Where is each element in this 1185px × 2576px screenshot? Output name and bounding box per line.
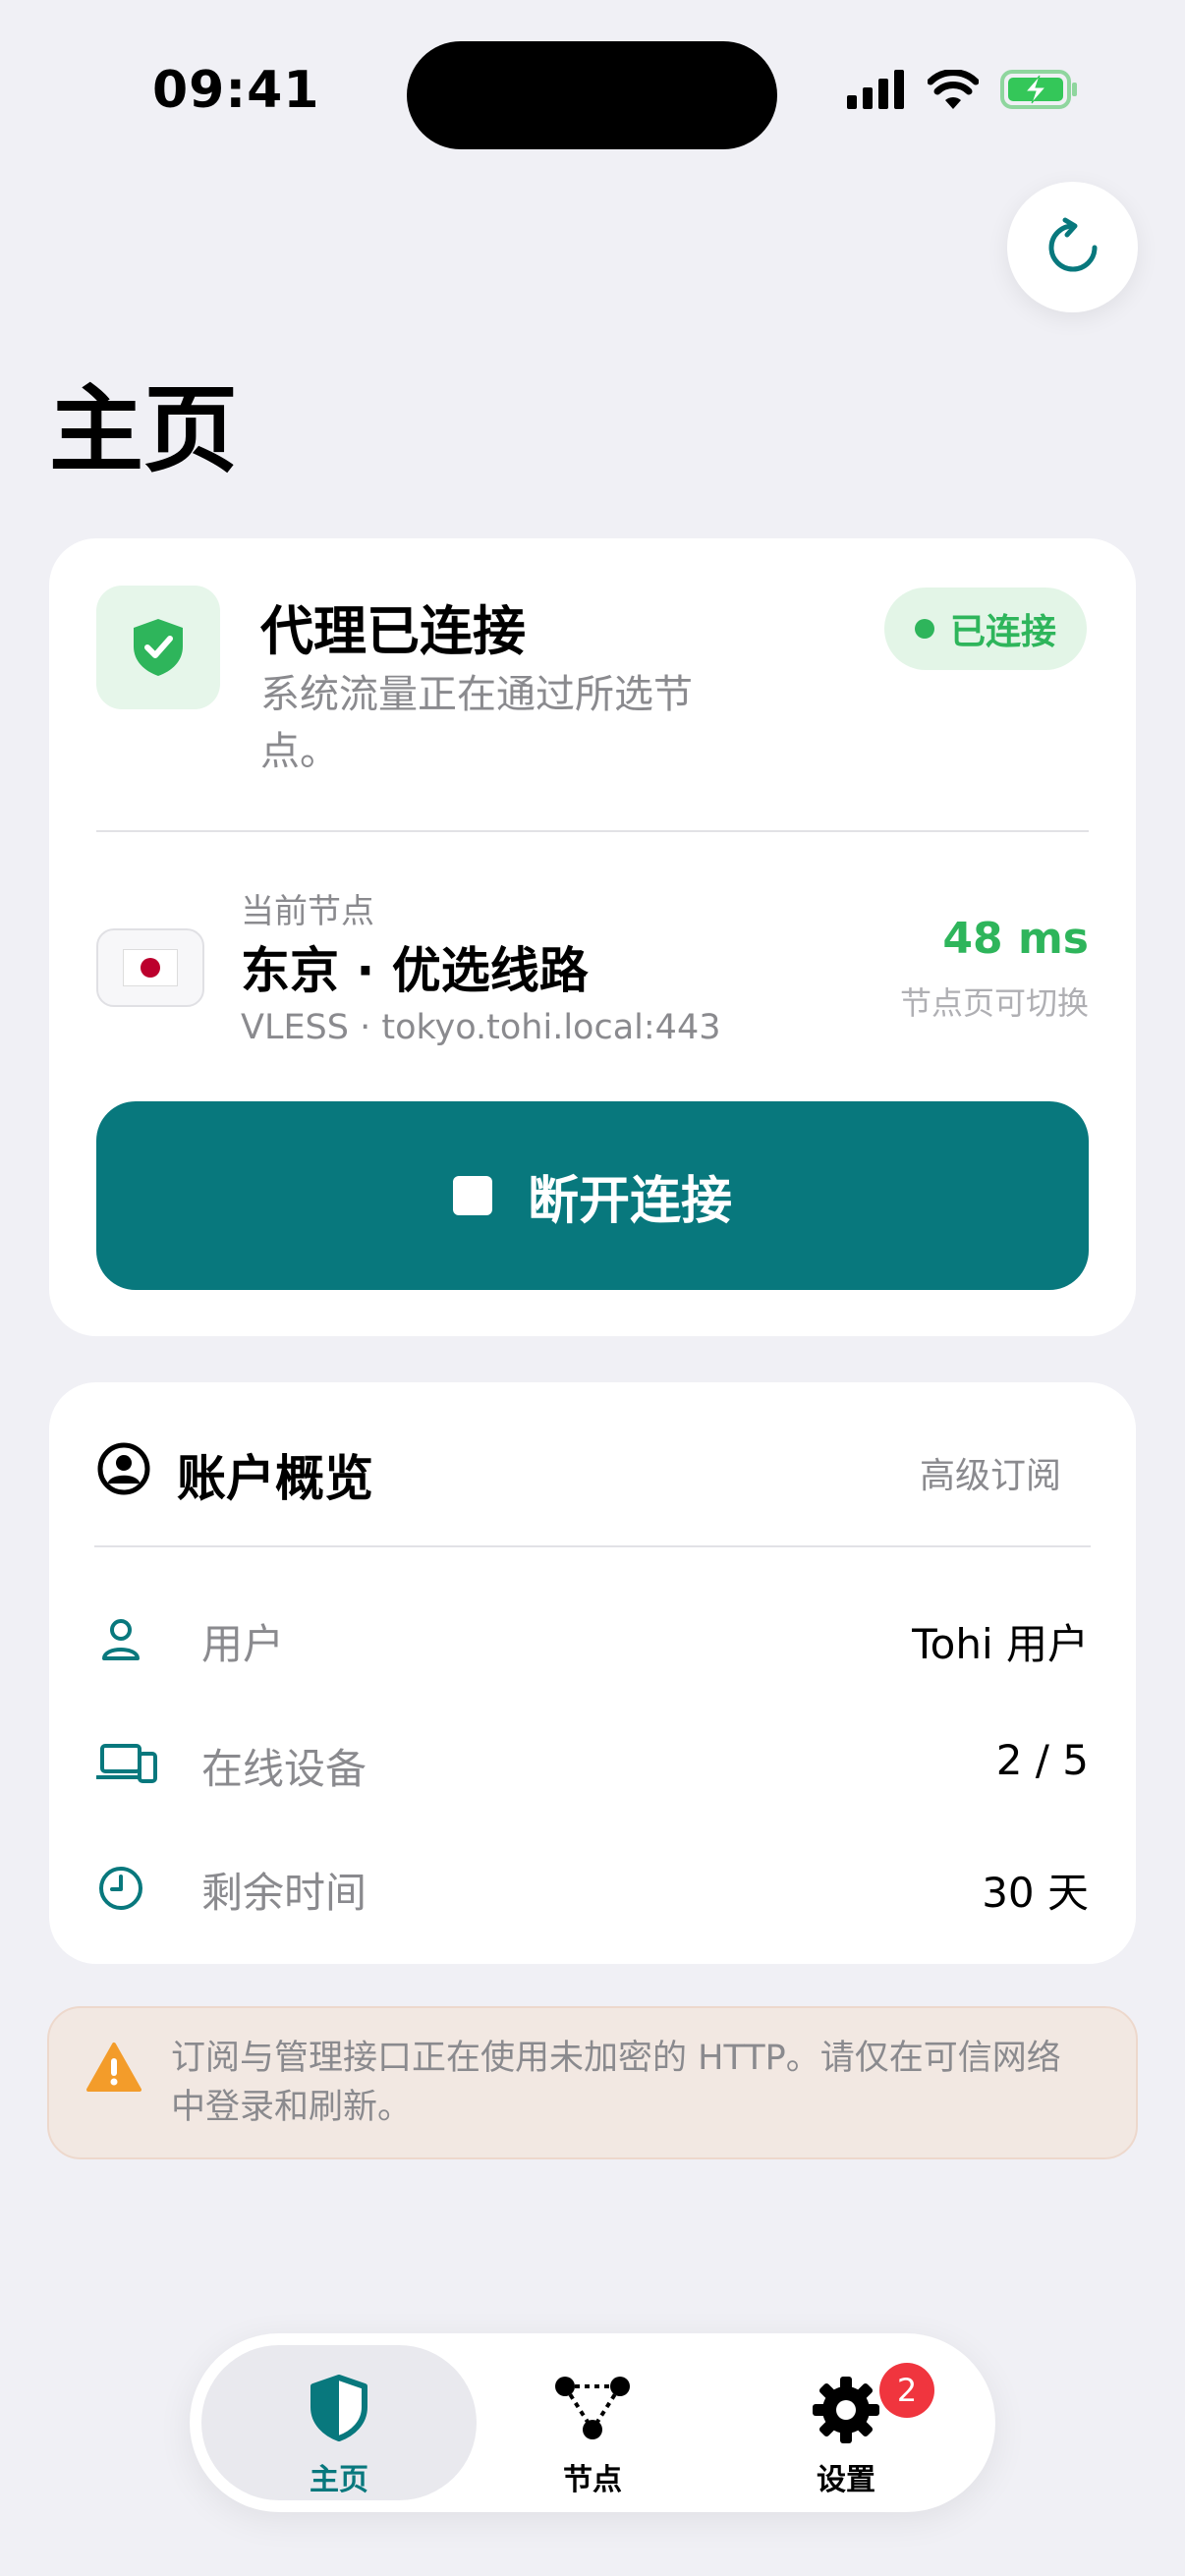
- refresh-icon: [1048, 217, 1097, 271]
- disconnect-button[interactable]: 断开连接: [96, 1101, 1089, 1290]
- row-value: 2 / 5: [995, 1736, 1089, 1784]
- devices-icon: [96, 1744, 157, 1783]
- warning-icon: [86, 2043, 141, 2092]
- connection-card: 代理已连接 系统流量正在通过所选节点。 已连接 当前节点 东京 · 优选线路 V…: [49, 538, 1136, 1336]
- connected-shield-badge: [96, 586, 220, 709]
- tab-bar: 主页 节点 设置 2: [190, 2333, 995, 2512]
- current-node-label: 当前节点: [241, 892, 374, 931]
- status-icons: [847, 69, 1079, 110]
- tab-settings[interactable]: 设置 2: [708, 2345, 984, 2500]
- connection-title: 代理已连接: [260, 600, 526, 662]
- http-warning-banner: 订阅与管理接口正在使用未加密的 HTTP。请仅在可信网络中登录和刷新。: [47, 2006, 1138, 2159]
- divider: [94, 1545, 1091, 1547]
- shield-icon: [310, 2375, 367, 2441]
- clock-icon: [99, 1867, 142, 1910]
- node-name: 东京 · 优选线路: [241, 942, 589, 999]
- notification-badge: 2: [879, 2363, 934, 2418]
- home-screen: 09:41 主页 代理已连接 系统流量正在通过所选节点。 已连接 当前节点 东京…: [0, 0, 1185, 2576]
- page-title: 主页: [49, 375, 238, 485]
- subscription-tier: 高级订阅: [919, 1456, 1061, 1496]
- account-circle-icon: [97, 1442, 150, 1495]
- stop-icon: [452, 1176, 492, 1215]
- disconnect-label: 断开连接: [527, 1171, 732, 1231]
- wifi-icon: [928, 70, 979, 109]
- row-value: Tohi 用户: [912, 1620, 1089, 1668]
- status-dot: [914, 619, 934, 639]
- node-address: VLESS · tokyo.tohi.local:443: [241, 1008, 721, 1047]
- tab-home[interactable]: 主页: [201, 2345, 477, 2500]
- account-row-devices: 在线设备 2 / 5: [49, 1718, 1136, 1807]
- row-label: 用户: [201, 1620, 285, 1668]
- refresh-button[interactable]: [1007, 182, 1138, 312]
- warning-text: 订阅与管理接口正在使用未加密的 HTTP。请仅在可信网络中登录和刷新。: [171, 2039, 1061, 2127]
- status-label: 已连接: [949, 612, 1056, 652]
- tab-nodes[interactable]: 节点: [455, 2345, 730, 2500]
- connection-subtitle: 系统流量正在通过所选节点。: [260, 672, 693, 774]
- status-time: 09:41: [152, 61, 320, 120]
- row-label: 在线设备: [201, 1745, 367, 1793]
- shield-check-icon: [134, 619, 183, 676]
- battery-charging-icon: [1000, 70, 1077, 109]
- divider: [96, 830, 1089, 832]
- dynamic-island: [407, 41, 777, 149]
- row-label: 剩余时间: [201, 1869, 367, 1917]
- account-row-remaining: 剩余时间 30 天: [49, 1842, 1136, 1931]
- tab-label: 主页: [310, 2463, 368, 2497]
- status-badge: 已连接: [884, 588, 1087, 670]
- switch-hint: 节点页可切换: [899, 984, 1089, 1022]
- gear-icon: [813, 2377, 879, 2443]
- tab-label: 节点: [563, 2463, 622, 2497]
- account-title: 账户概览: [177, 1450, 373, 1507]
- user-icon: [102, 1619, 140, 1660]
- row-value: 30 天: [982, 1869, 1089, 1917]
- latency-value: 48 ms: [942, 914, 1089, 964]
- account-card: 账户概览 高级订阅 用户 Tohi 用户 在线设备 2 / 5 剩余时间 30 …: [49, 1382, 1136, 1964]
- cellular-signal-icon: [847, 70, 904, 109]
- account-row-user: 用户 Tohi 用户: [49, 1594, 1136, 1682]
- nodes-icon: [555, 2377, 630, 2439]
- japan-flag-icon: [96, 928, 204, 1007]
- tab-label: 设置: [817, 2463, 875, 2497]
